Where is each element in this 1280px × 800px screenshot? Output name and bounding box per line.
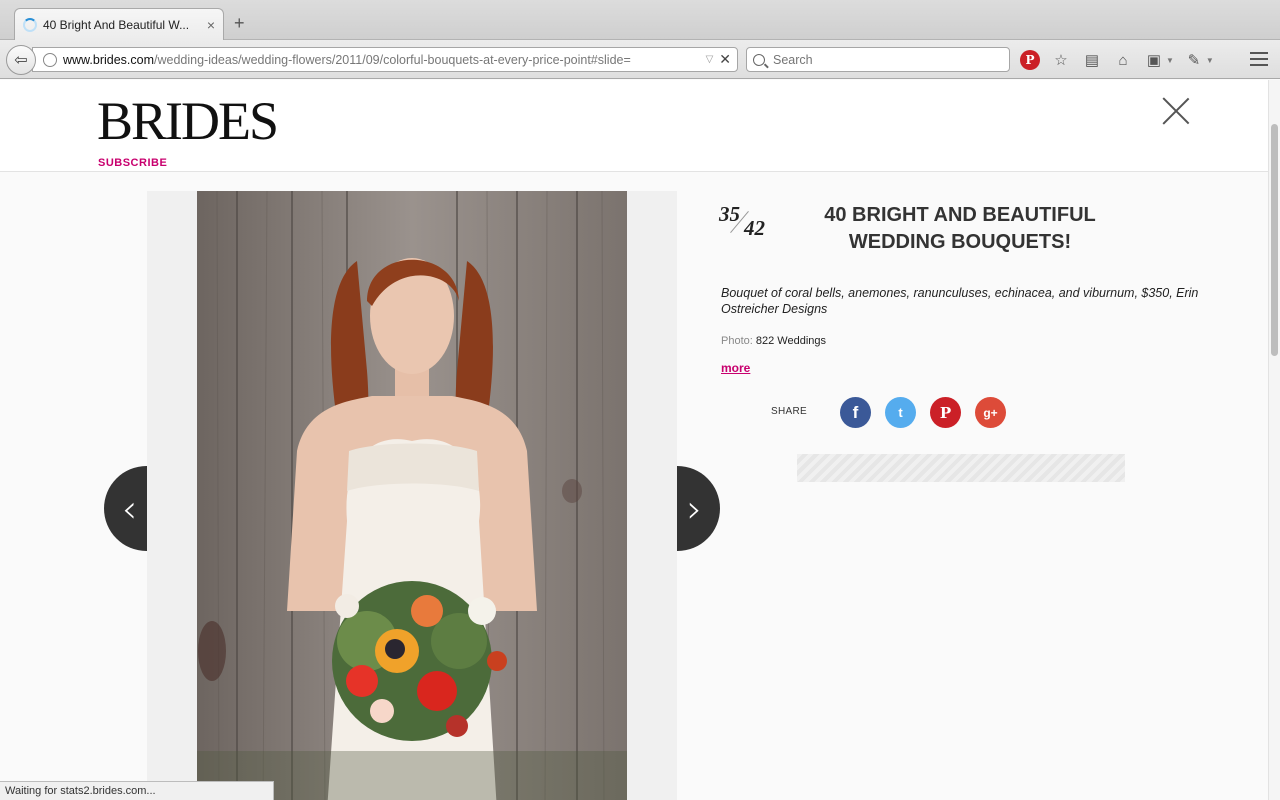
next-slide-button[interactable]: › xyxy=(677,466,720,551)
photo-credit-label: Photo: xyxy=(721,335,753,347)
reading-list-icon[interactable]: ▤ xyxy=(1082,50,1102,70)
googleplus-icon: g+ xyxy=(983,405,998,420)
hamburger-menu-icon[interactable] xyxy=(1250,52,1268,66)
tab-title: 40 Bright And Beautiful W... xyxy=(43,17,190,32)
share-label: SHARE xyxy=(771,406,807,417)
googleplus-share-button[interactable]: g+ xyxy=(975,397,1006,428)
brides-logo[interactable]: BRIDES xyxy=(97,94,279,148)
photo-illustration xyxy=(197,191,627,800)
more-link[interactable]: more xyxy=(721,361,750,375)
site-header: BRIDES SUBSCRIBE xyxy=(0,80,1268,172)
search-input[interactable] xyxy=(773,52,973,67)
photo-credit-name[interactable]: 822 Weddings xyxy=(756,335,826,347)
back-button[interactable]: ⇦ xyxy=(6,45,36,75)
extension-icon[interactable]: ✎ xyxy=(1184,50,1204,70)
tab-strip: 40 Bright And Beautiful W... × + xyxy=(0,0,1280,40)
url-path: /wedding-ideas/wedding-flowers/2011/09/c… xyxy=(154,52,631,67)
search-bar[interactable] xyxy=(746,47,1010,72)
globe-icon xyxy=(43,52,57,67)
loading-spinner-icon xyxy=(23,17,37,32)
ad-placeholder xyxy=(797,454,1125,482)
subscribe-link[interactable]: SUBSCRIBE xyxy=(98,157,167,169)
pdf-dropdown-icon[interactable]: ▼ xyxy=(1166,56,1174,65)
page-scrollbar[interactable] xyxy=(1268,80,1280,800)
pinterest-icon: P xyxy=(939,403,952,422)
slide-counter: 35 42 xyxy=(719,202,779,242)
gallery-title: 40 BRIGHT AND BEAUTIFUL WEDDING BOUQUETS… xyxy=(824,204,1096,253)
url-text[interactable]: www.brides.com/wedding-ideas/wedding-flo… xyxy=(63,53,700,67)
browser-tab[interactable]: 40 Bright And Beautiful W... × xyxy=(14,8,224,40)
slide-total: 42 xyxy=(744,216,765,240)
home-icon[interactable]: ⌂ xyxy=(1113,50,1133,70)
facebook-icon: f xyxy=(852,402,859,422)
extension-dropdown-icon[interactable]: ▼ xyxy=(1206,56,1214,65)
search-icon xyxy=(753,53,765,66)
page-content: BRIDES SUBSCRIBE ‹ › 35 42 40 BRIGHT AND… xyxy=(0,80,1268,800)
photo-credit: Photo: 822 Weddings xyxy=(721,335,826,347)
photo-panel xyxy=(147,191,677,800)
new-tab-button[interactable]: + xyxy=(234,13,245,34)
twitter-share-button[interactable]: t xyxy=(885,397,916,428)
url-host: www.brides.com xyxy=(63,52,154,67)
bride-bouquet-photo xyxy=(197,191,627,800)
url-history-dropdown-icon[interactable]: ▽ xyxy=(706,54,714,65)
scrollbar-thumb[interactable] xyxy=(1271,124,1278,356)
bookmark-star-icon[interactable]: ☆ xyxy=(1051,50,1071,70)
twitter-icon: t xyxy=(898,405,903,420)
pdf-extension-icon[interactable]: ▣ xyxy=(1144,50,1164,70)
browser-window: 40 Bright And Beautiful W... × + www.bri… xyxy=(0,0,1280,800)
facebook-share-button[interactable]: f xyxy=(840,397,871,428)
status-bar: Waiting for stats2.brides.com... xyxy=(0,781,274,800)
pinterest-share-button[interactable]: P xyxy=(930,397,961,428)
navigation-bar: www.brides.com/wedding-ideas/wedding-flo… xyxy=(0,40,1280,79)
close-icon[interactable] xyxy=(1162,97,1190,125)
previous-slide-button[interactable]: ‹ xyxy=(104,466,147,551)
slide-caption: Bouquet of coral bells, anemones, ranunc… xyxy=(721,286,1199,316)
toolbar-icons: P ☆ ▤ ⌂ ▣ ▼ ✎ ▼ xyxy=(1020,50,1224,70)
pinterest-extension-icon[interactable]: P xyxy=(1020,50,1040,70)
back-arrow-icon: ⇦ xyxy=(14,52,28,69)
tab-close-icon[interactable]: × xyxy=(207,17,215,33)
url-bar[interactable]: www.brides.com/wedding-ideas/wedding-flo… xyxy=(32,47,738,72)
stop-loading-icon[interactable]: ✕ xyxy=(719,51,731,68)
